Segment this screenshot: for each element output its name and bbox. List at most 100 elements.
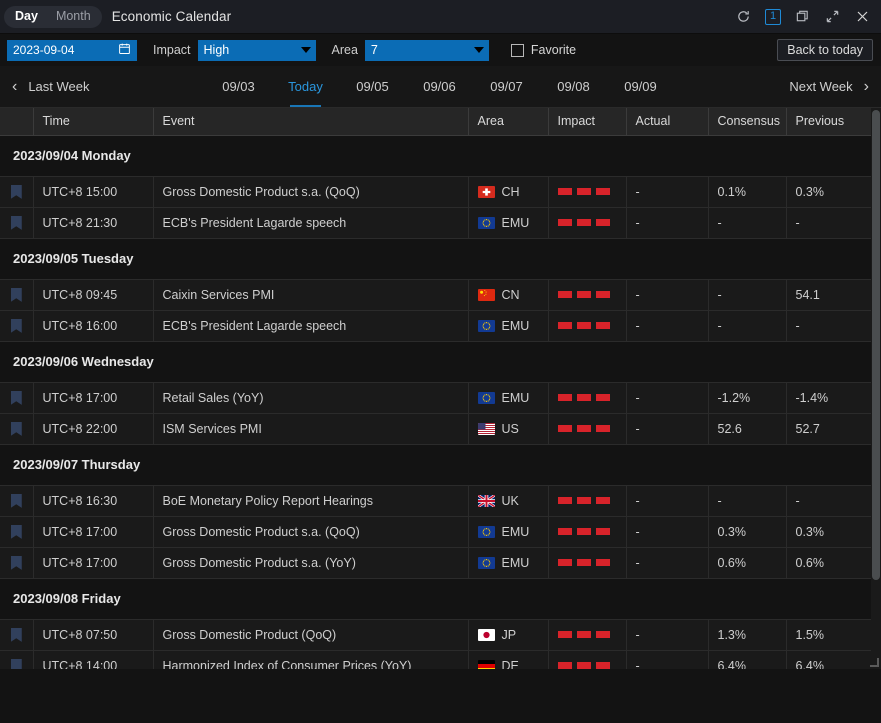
bookmark-icon[interactable] [11, 288, 22, 302]
bookmark-cell[interactable] [0, 413, 33, 444]
date-input[interactable]: 2023-09-04 [7, 40, 137, 61]
view-mode-month[interactable]: Month [47, 8, 100, 26]
title-bar: Day Month Economic Calendar 1 [0, 0, 881, 34]
impact-select[interactable]: High [198, 40, 316, 61]
cell-event[interactable]: Gross Domestic Product s.a. (YoY) [153, 547, 468, 578]
impact-indicator [558, 486, 626, 516]
cell-event[interactable]: Gross Domestic Product s.a. (QoQ) [153, 516, 468, 547]
impact-indicator [558, 280, 626, 310]
cell-consensus: 0.3% [708, 516, 786, 547]
day-tab-0905[interactable]: 09/05 [339, 66, 406, 107]
cell-event[interactable]: Harmonized Index of Consumer Prices (YoY… [153, 650, 468, 669]
restore-window-icon[interactable] [794, 8, 811, 25]
column-header-bookmark[interactable] [0, 108, 33, 135]
bookmark-icon[interactable] [11, 422, 22, 436]
vertical-scrollbar[interactable] [871, 108, 881, 669]
view-mode-day[interactable]: Day [6, 8, 47, 26]
bookmark-icon[interactable] [11, 494, 22, 508]
cell-previous: 0.3% [786, 516, 871, 547]
day-tab-0909[interactable]: 09/09 [607, 66, 674, 107]
cell-event[interactable]: ECB's President Lagarde speech [153, 207, 468, 238]
table-row[interactable]: UTC+8 14:00 Harmonized Index of Consumer… [0, 650, 871, 669]
cell-impact [548, 413, 626, 444]
next-week-button[interactable]: Next Week › [789, 79, 869, 95]
bookmark-cell[interactable] [0, 485, 33, 516]
column-header-actual[interactable]: Actual [626, 108, 708, 135]
bookmark-icon[interactable] [11, 556, 22, 570]
scrollbar-thumb[interactable] [872, 110, 880, 580]
cell-area: EMU [468, 516, 548, 547]
cell-time: UTC+8 21:30 [33, 207, 153, 238]
cell-actual: - [626, 279, 708, 310]
cell-consensus: - [708, 207, 786, 238]
table-row[interactable]: UTC+8 16:30 BoE Monetary Policy Report H… [0, 485, 871, 516]
bookmark-cell[interactable] [0, 176, 33, 207]
bookmark-cell[interactable] [0, 279, 33, 310]
view-mode-segmented-control[interactable]: Day Month [4, 6, 102, 28]
day-tab-today[interactable]: Today [272, 66, 339, 107]
favorite-filter[interactable]: Favorite [511, 43, 576, 57]
expand-icon[interactable] [824, 8, 841, 25]
column-header-impact[interactable]: Impact [548, 108, 626, 135]
cell-previous: 52.7 [786, 413, 871, 444]
cell-time: UTC+8 17:00 [33, 382, 153, 413]
impact-select-value: High [204, 43, 230, 57]
day-group-title: 2023/09/07 Thursday [0, 444, 871, 485]
bookmark-cell[interactable] [0, 650, 33, 669]
bookmark-cell[interactable] [0, 382, 33, 413]
last-week-button[interactable]: ‹ Last Week [12, 79, 90, 95]
table-row[interactable]: UTC+8 07:50 Gross Domestic Product (QoQ)… [0, 619, 871, 650]
column-header-consensus[interactable]: Consensus [708, 108, 786, 135]
cell-event[interactable]: ECB's President Lagarde speech [153, 310, 468, 341]
cell-event[interactable]: ISM Services PMI [153, 413, 468, 444]
impact-bar [558, 662, 572, 669]
area-select[interactable]: 7 [365, 40, 489, 61]
area-code: EMU [502, 391, 530, 405]
table-row[interactable]: UTC+8 09:45 Caixin Services PMI CN - - 5… [0, 279, 871, 310]
refresh-icon[interactable] [735, 8, 752, 25]
column-header-area[interactable]: Area [468, 108, 548, 135]
cell-area: EMU [468, 310, 548, 341]
day-tab-0907[interactable]: 09/07 [473, 66, 540, 107]
day-tab-0908[interactable]: 09/08 [540, 66, 607, 107]
table-row[interactable]: UTC+8 21:30 ECB's President Lagarde spee… [0, 207, 871, 238]
table-row[interactable]: UTC+8 15:00 Gross Domestic Product s.a. … [0, 176, 871, 207]
bookmark-icon[interactable] [11, 319, 22, 333]
bookmark-cell[interactable] [0, 619, 33, 650]
bookmark-cell[interactable] [0, 516, 33, 547]
day-tab-0903[interactable]: 09/03 [205, 66, 272, 107]
cell-event[interactable]: Gross Domestic Product s.a. (QoQ) [153, 176, 468, 207]
bookmark-icon[interactable] [11, 525, 22, 539]
bookmark-cell[interactable] [0, 310, 33, 341]
resize-grip[interactable] [870, 658, 879, 667]
column-header-previous[interactable]: Previous [786, 108, 871, 135]
impact-bar [577, 662, 591, 669]
window-count-badge[interactable]: 1 [765, 9, 781, 25]
bookmark-icon[interactable] [11, 659, 22, 669]
calendar-icon[interactable] [118, 42, 131, 58]
table-row[interactable]: UTC+8 17:00 Gross Domestic Product s.a. … [0, 547, 871, 578]
impact-bar [558, 291, 572, 298]
cell-event[interactable]: Gross Domestic Product (QoQ) [153, 619, 468, 650]
bookmark-cell[interactable] [0, 207, 33, 238]
favorite-checkbox[interactable] [511, 44, 524, 57]
cell-event[interactable]: Retail Sales (YoY) [153, 382, 468, 413]
bookmark-icon[interactable] [11, 185, 22, 199]
table-row[interactable]: UTC+8 17:00 Gross Domestic Product s.a. … [0, 516, 871, 547]
table-row[interactable]: UTC+8 22:00 ISM Services PMI US - 52.6 5… [0, 413, 871, 444]
chevron-left-icon: ‹ [12, 79, 17, 95]
bookmark-icon[interactable] [11, 628, 22, 642]
bookmark-icon[interactable] [11, 391, 22, 405]
cell-event[interactable]: Caixin Services PMI [153, 279, 468, 310]
bookmark-icon[interactable] [11, 216, 22, 230]
table-row[interactable]: UTC+8 17:00 Retail Sales (YoY) EMU - -1.… [0, 382, 871, 413]
cell-event[interactable]: BoE Monetary Policy Report Hearings [153, 485, 468, 516]
close-icon[interactable] [854, 8, 871, 25]
column-header-time[interactable]: Time [33, 108, 153, 135]
day-tab-0906[interactable]: 09/06 [406, 66, 473, 107]
column-header-event[interactable]: Event [153, 108, 468, 135]
bookmark-cell[interactable] [0, 547, 33, 578]
table-header-row: Time Event Area Impact Actual Consensus … [0, 108, 871, 135]
back-to-today-button[interactable]: Back to today [777, 39, 873, 61]
table-row[interactable]: UTC+8 16:00 ECB's President Lagarde spee… [0, 310, 871, 341]
